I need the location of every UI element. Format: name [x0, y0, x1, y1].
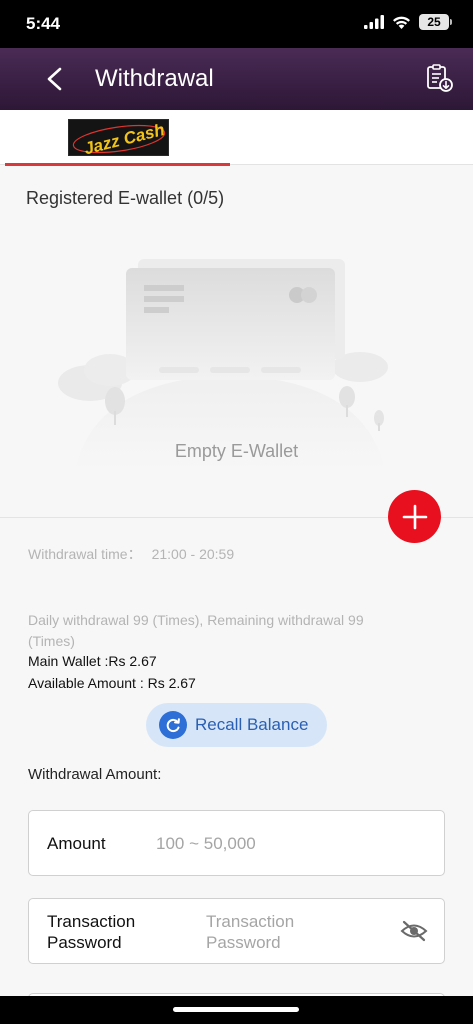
jazzcash-logo: Jazz Cash: [68, 119, 169, 158]
chevron-left-icon[interactable]: [40, 64, 70, 94]
jazzcash-logo-art: Jazz Cash: [72, 120, 166, 158]
recall-balance-label: Recall Balance: [195, 715, 309, 734]
battery-level: 25: [427, 15, 441, 29]
transaction-password-label: Transaction Password: [47, 912, 136, 952]
withdrawal-time-value: 21:00 - 20:59: [151, 546, 235, 562]
battery-icon: 25: [419, 14, 452, 30]
eye-slash-icon[interactable]: [400, 919, 428, 943]
add-wallet-button[interactable]: [388, 490, 441, 543]
withdrawal-time: Withdrawal time： 21:00 - 20:59: [28, 544, 234, 564]
refresh-icon: [159, 711, 187, 739]
available-amount: Available Amount : Rs 2.67: [28, 675, 196, 691]
withdrawal-amount-heading: Withdrawal Amount:: [28, 766, 162, 783]
amount-label: Amount: [47, 834, 106, 853]
transaction-password-field[interactable]: Transaction Password Transaction Passwor…: [28, 898, 445, 964]
amount-input[interactable]: 100 ~ 50,000: [156, 833, 256, 854]
plus-icon: [402, 504, 427, 529]
transaction-password-input[interactable]: Transaction Password: [206, 911, 326, 953]
clipboard-download-icon[interactable]: [423, 62, 455, 94]
wifi-icon: [393, 16, 410, 29]
daily-withdrawal-info: Daily withdrawal 99 (Times), Remaining w…: [28, 612, 364, 649]
wallet-tab-bar: Jazz Cash: [0, 110, 473, 166]
main-wallet-balance: Main Wallet :Rs 2.67: [28, 653, 157, 669]
recall-balance-button[interactable]: Recall Balance: [146, 703, 327, 747]
signal-icon: [364, 15, 384, 29]
tab-jazzcash[interactable]: Jazz Cash: [5, 110, 230, 166]
home-bar-area: [0, 996, 473, 1024]
empty-wallet-illustration: [58, 259, 388, 470]
page-title: Withdrawal: [95, 65, 214, 92]
tab-active-indicator: [5, 163, 230, 166]
amount-field[interactable]: Amount 100 ~ 50,000: [28, 810, 445, 876]
empty-wallet-label: Empty E-Wallet: [174, 441, 299, 461]
status-time: 5:44: [26, 14, 61, 33]
registered-wallet-title: Registered E-wallet (0/5): [26, 188, 225, 208]
status-indicators: 25: [364, 14, 452, 30]
status-bar: 5:44 25: [0, 0, 473, 48]
withdrawal-time-label: Withdrawal time：: [28, 546, 142, 562]
withdrawal-content: Jazz Cash Registered E-wallet (0/5) Empt…: [0, 110, 473, 996]
app-header: Withdrawal: [0, 48, 473, 110]
jazzcash-logo-text: Jazz Cash: [82, 120, 166, 157]
home-indicator[interactable]: [173, 1007, 299, 1012]
